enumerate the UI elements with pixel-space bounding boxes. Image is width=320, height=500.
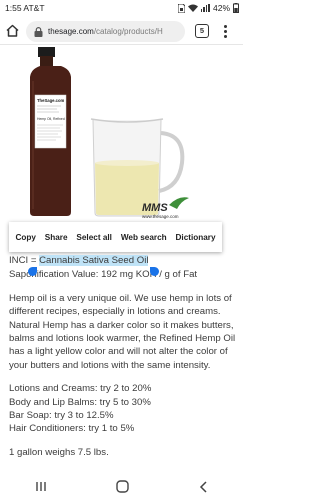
watermark-url: www.thesage.com bbox=[142, 214, 179, 219]
web-search-menu-item[interactable]: Web search bbox=[121, 233, 167, 242]
selected-text[interactable]: Cannabis Sativa Seed Oil bbox=[39, 255, 149, 266]
more-menu-icon[interactable] bbox=[223, 23, 227, 39]
inci-line: INCI = Cannabis Sativa Seed Oil bbox=[9, 254, 239, 276]
status-time: 1:55 AT&T bbox=[5, 3, 45, 13]
usage-item: Body and Lip Balms: try 5 to 30% bbox=[9, 396, 151, 408]
usage-item: Lotions and Creams: try 2 to 20% bbox=[9, 383, 152, 395]
bottle-label-product: Hemp Oil, Refined bbox=[37, 117, 65, 121]
usage-item: Bar Soap: try 3 to 12.5% bbox=[9, 410, 114, 422]
description-paragraph: Hemp oil is a very unique oil. We use he… bbox=[9, 292, 236, 371]
dictionary-menu-item[interactable]: Dictionary bbox=[176, 233, 216, 242]
usage-item: Hair Conditioners: try 1 to 5% bbox=[9, 423, 135, 435]
battery-percent: 42% bbox=[212, 3, 230, 13]
product-image: TheSage.com Hemp Oil, Refined MMS www.th… bbox=[9, 45, 198, 222]
watermark-brand: MMS bbox=[142, 202, 168, 214]
oil-bottle: TheSage.com Hemp Oil, Refined bbox=[30, 47, 71, 216]
battery-icon bbox=[233, 3, 239, 13]
selection-end-handle[interactable] bbox=[150, 267, 159, 276]
usage-list: Lotions and Creams: try 2 to 20% Body an… bbox=[9, 382, 239, 436]
inci-label: INCI = bbox=[9, 255, 40, 266]
share-menu-item[interactable]: Share bbox=[45, 233, 68, 242]
url-field[interactable]: thesage.com/catalog/products/H bbox=[26, 21, 185, 42]
browser-toolbar: thesage.com/catalog/products/H 5 bbox=[0, 17, 243, 45]
status-icons: 42% bbox=[177, 3, 239, 13]
product-description: INCI = Cannabis Sativa Seed Oil Saponifi… bbox=[9, 254, 239, 469]
weight-info: 1 gallon weighs 7.5 lbs. bbox=[9, 446, 109, 458]
lock-icon bbox=[34, 27, 43, 37]
wifi-icon bbox=[187, 4, 198, 12]
url-host: thesage.com bbox=[48, 27, 94, 36]
tabs-icon[interactable]: 5 bbox=[195, 24, 209, 38]
home-icon[interactable] bbox=[5, 23, 20, 38]
text-selection-menu: Copy Share Select all Web search Diction… bbox=[9, 222, 222, 252]
status-bar: 1:55 AT&T 42% bbox=[0, 0, 243, 17]
select-all-menu-item[interactable]: Select all bbox=[76, 233, 112, 242]
system-navigation-bar bbox=[0, 473, 243, 500]
bottle-label-brand: TheSage.com bbox=[37, 98, 65, 103]
signal-icon bbox=[200, 4, 210, 12]
back-icon[interactable] bbox=[199, 480, 208, 493]
saponification-value: Saponification Value: 192 mg KOH / g of … bbox=[9, 269, 198, 281]
selection-start-handle[interactable] bbox=[28, 267, 37, 276]
recent-apps-icon[interactable] bbox=[35, 481, 47, 492]
copy-menu-item[interactable]: Copy bbox=[15, 233, 35, 242]
url-path: /catalog/products/H bbox=[93, 27, 163, 36]
sim-icon bbox=[177, 3, 185, 13]
home-button-icon[interactable] bbox=[116, 480, 130, 493]
